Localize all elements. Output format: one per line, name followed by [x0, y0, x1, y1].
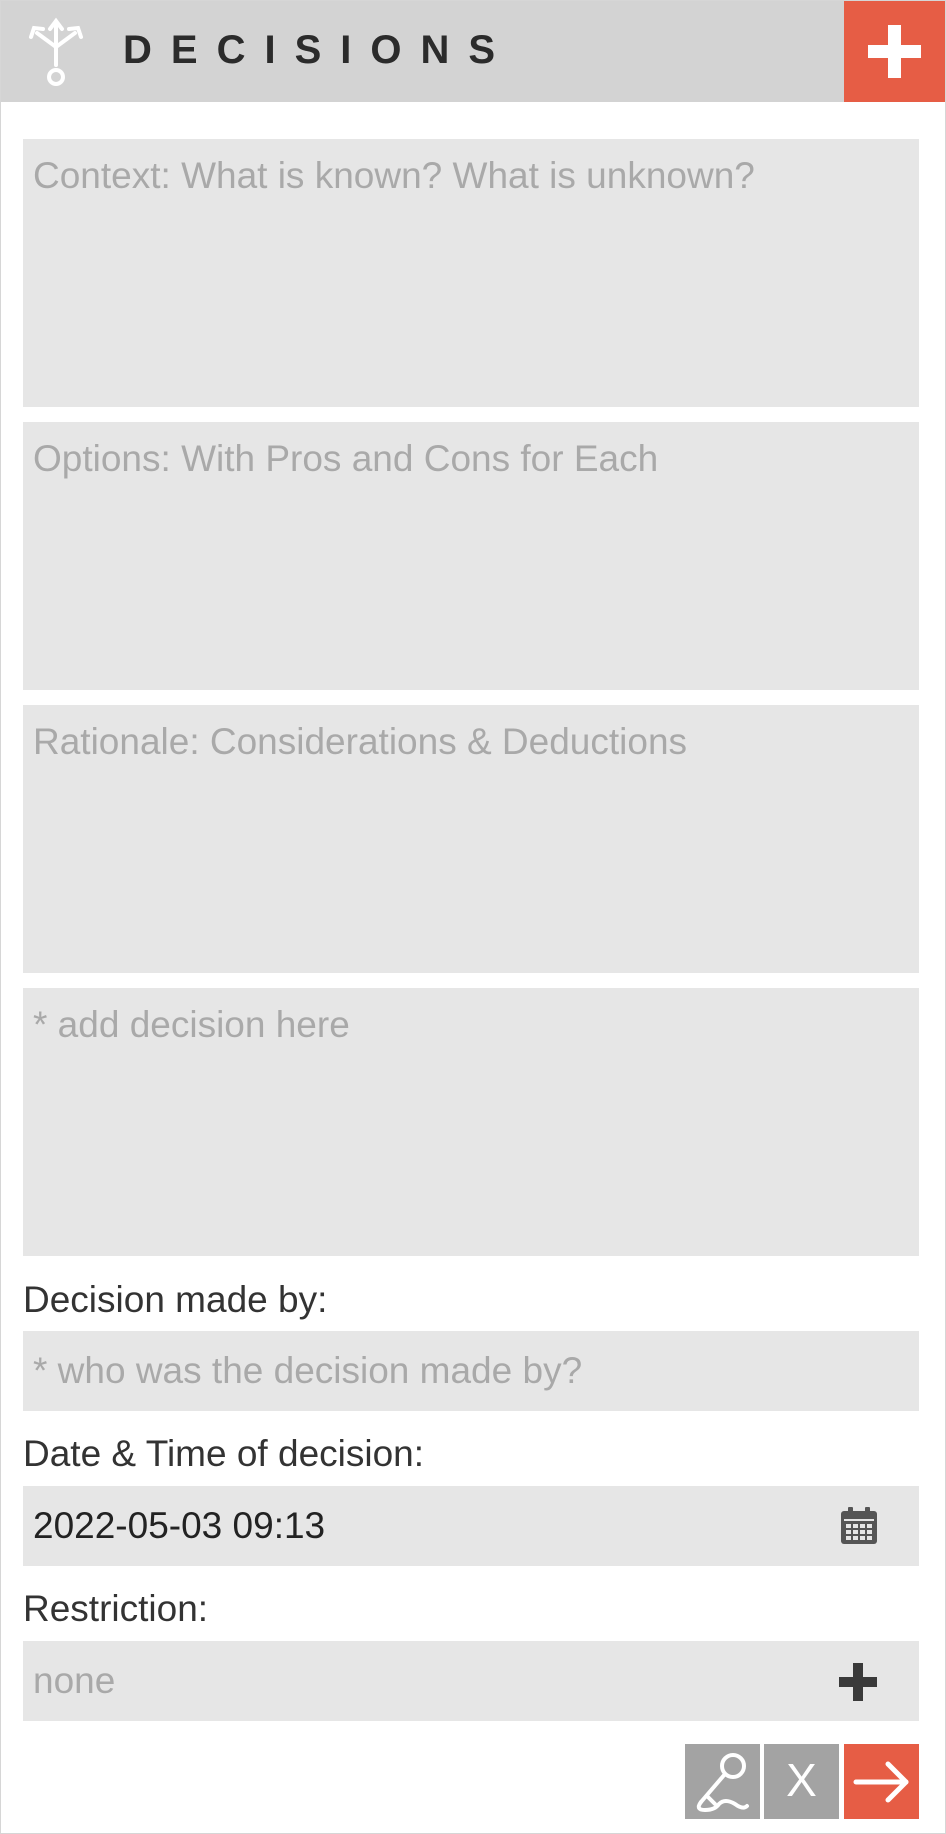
- microphone-icon: [696, 1753, 749, 1813]
- cancel-label: X: [786, 1754, 817, 1806]
- microphone-button[interactable]: [685, 1744, 760, 1819]
- decision-made-by-label: Decision made by:: [23, 1279, 328, 1320]
- options-field[interactable]: [23, 422, 919, 690]
- add-decision-button[interactable]: [844, 1, 945, 102]
- decisions-panel: DECISIONS Decision made by: Date & Time …: [0, 0, 946, 1834]
- calendar-icon[interactable]: [839, 1506, 879, 1546]
- decision-branch-icon: [23, 15, 89, 89]
- close-icon: X: [786, 1754, 817, 1806]
- restriction-value: none: [33, 1660, 116, 1701]
- panel-header: DECISIONS: [1, 1, 945, 102]
- cancel-button[interactable]: X: [764, 1744, 839, 1819]
- context-field[interactable]: [23, 139, 919, 407]
- submit-button[interactable]: [844, 1744, 919, 1819]
- panel-title: DECISIONS: [123, 28, 515, 72]
- decision-made-by-field-wrapper: [23, 1331, 919, 1411]
- datetime-value: 2022-05-03 09:13: [33, 1505, 326, 1546]
- datetime-label: Date & Time of decision:: [23, 1433, 425, 1474]
- add-restriction-icon[interactable]: [837, 1661, 879, 1703]
- arrow-right-icon: [853, 1761, 909, 1803]
- plus-icon: [868, 25, 921, 78]
- rationale-field[interactable]: [23, 705, 919, 973]
- restriction-label: Restriction:: [23, 1588, 209, 1629]
- datetime-field[interactable]: 2022-05-03 09:13: [23, 1486, 919, 1566]
- restriction-field[interactable]: none: [23, 1641, 919, 1721]
- decision-made-by-input[interactable]: [33, 1331, 833, 1411]
- decision-field[interactable]: [23, 988, 919, 1256]
